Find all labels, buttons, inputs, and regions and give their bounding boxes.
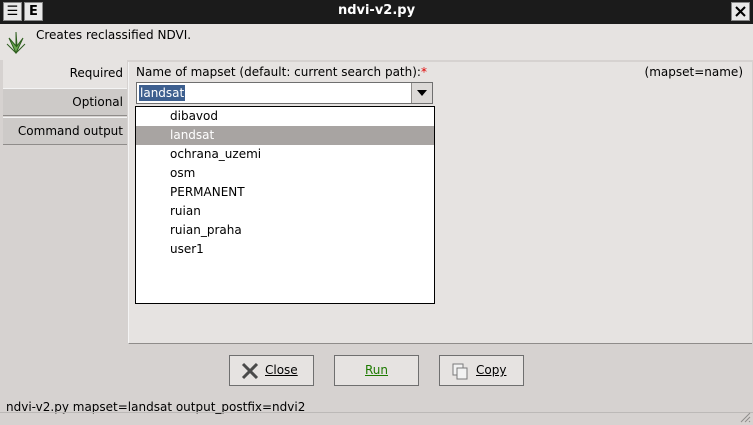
mapset-dropdown-list[interactable]: dibavod landsat ochrana_uzemi osm PERMAN… (135, 106, 435, 304)
description-text: Creates reclassified NDVI. (36, 28, 192, 42)
required-marker: * (420, 65, 427, 79)
tab-required-label: Required (69, 66, 123, 80)
dropdown-option[interactable]: osm (136, 164, 434, 183)
dropdown-option[interactable]: dibavod (136, 107, 434, 126)
dropdown-option[interactable]: PERMANENT (136, 183, 434, 202)
chevron-down-icon[interactable] (411, 83, 432, 103)
mapset-label-text: Name of mapset (default: current search … (136, 65, 421, 79)
close-icon (735, 6, 746, 17)
dropdown-option[interactable]: ruian (136, 202, 434, 221)
resize-grip-icon[interactable] (739, 411, 751, 423)
window-close-button[interactable] (731, 2, 750, 21)
tab-command-output-label: Command output (17, 124, 123, 138)
title-bar: ☰ E ndvi-v2.py (0, 0, 753, 24)
tab-optional-label: Optional (72, 95, 123, 109)
window-title: ndvi-v2.py (337, 3, 416, 18)
close-button-label: Close (265, 363, 298, 377)
dropdown-option[interactable]: ruian_praha (136, 221, 434, 240)
dropdown-option-selected[interactable]: landsat (136, 126, 434, 145)
mapset-field-label: Name of mapset (default: current search … (136, 65, 427, 79)
close-x-icon (241, 362, 259, 380)
tab-required[interactable]: Required (3, 60, 127, 88)
close-button[interactable]: Close (229, 355, 314, 386)
tab-optional[interactable]: Optional (3, 88, 127, 116)
copy-button[interactable]: Copy (439, 355, 524, 386)
grass-icon (6, 31, 26, 54)
copy-button-label: Copy (476, 363, 507, 377)
mapset-combobox-value[interactable]: landsat (139, 85, 186, 101)
mapset-combobox[interactable]: landsat (136, 82, 433, 104)
run-button-label: Run (365, 363, 389, 377)
module-description: Creates reclassified NDVI. (0, 24, 753, 60)
status-divider (0, 412, 753, 413)
mapset-field-hint: (mapset=name) (644, 65, 743, 79)
tab-list: Required Optional Command output (0, 60, 128, 345)
tab-command-output[interactable]: Command output (3, 117, 127, 145)
dropdown-option[interactable]: user1 (136, 240, 434, 259)
run-button[interactable]: Run (334, 355, 419, 386)
dropdown-option[interactable]: ochrana_uzemi (136, 145, 434, 164)
copy-icon (452, 363, 468, 380)
